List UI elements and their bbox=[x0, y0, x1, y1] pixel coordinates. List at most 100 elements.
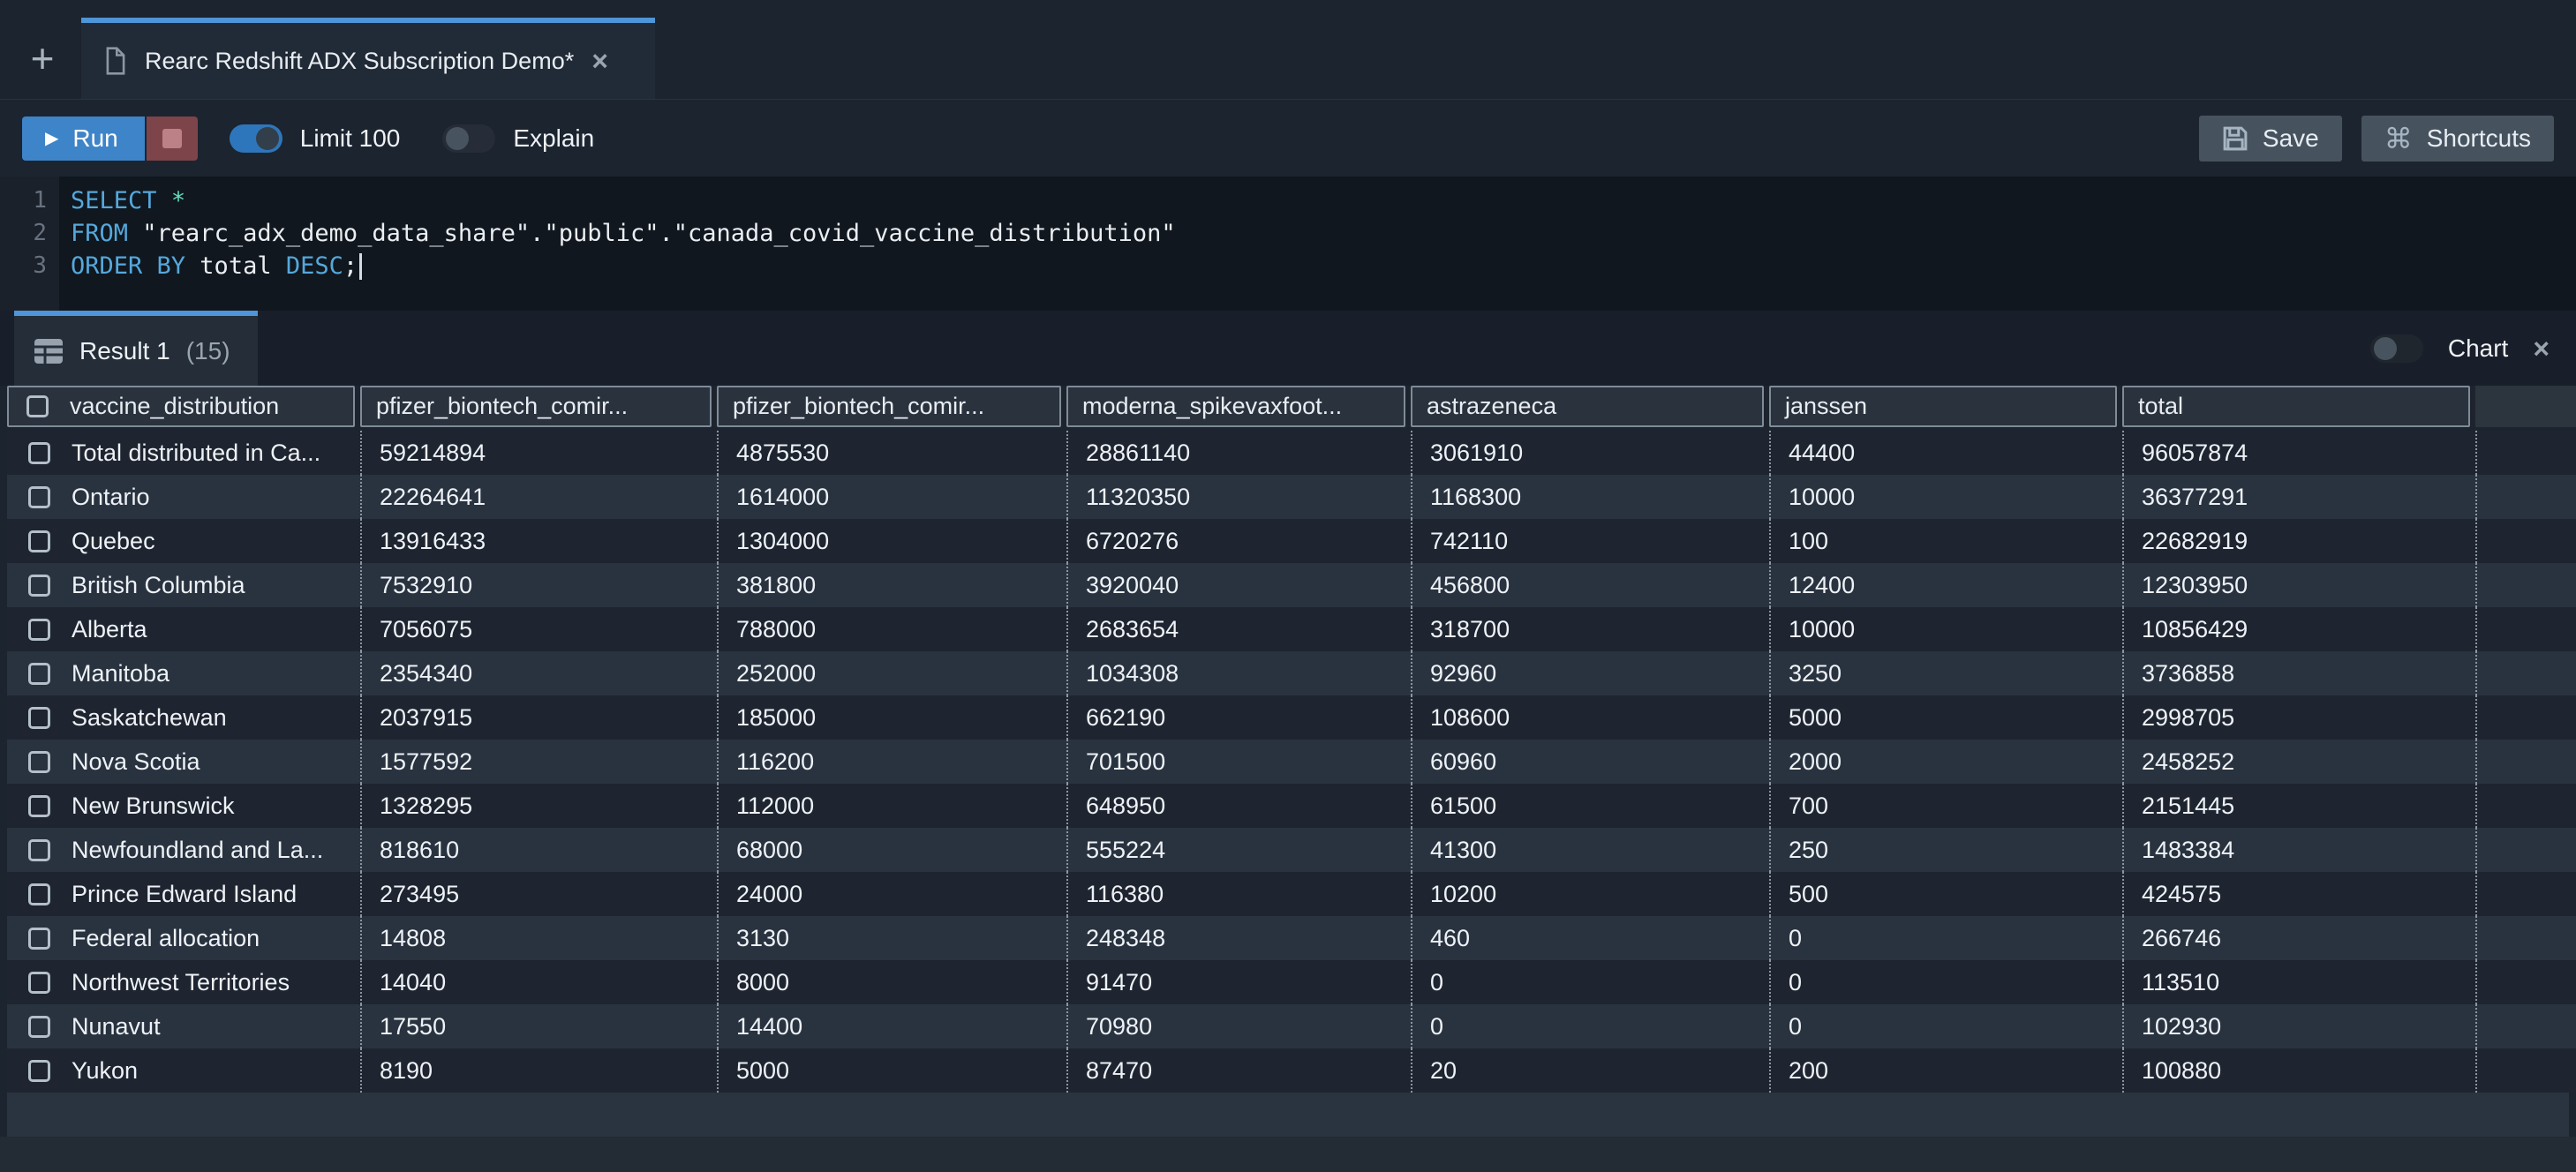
editor-gutter: 123 bbox=[0, 177, 59, 311]
column-header-1[interactable]: pfizer_biontech_comir... bbox=[360, 386, 712, 427]
tab-title: Rearc Redshift ADX Subscription Demo* bbox=[145, 48, 574, 75]
table-cell: 20 bbox=[1411, 1048, 1769, 1093]
column-header-label: janssen bbox=[1785, 393, 1867, 420]
table-row: Yukon819050008747020200100880 bbox=[7, 1048, 2576, 1093]
row-checkbox[interactable] bbox=[28, 751, 50, 773]
table-cell: 662190 bbox=[1066, 695, 1411, 740]
explain-toggle[interactable] bbox=[442, 124, 495, 153]
table-cell: 648950 bbox=[1066, 784, 1411, 828]
table-cell: 1614000 bbox=[717, 475, 1066, 519]
row-checkbox[interactable] bbox=[28, 575, 50, 597]
tab-close-icon[interactable]: × bbox=[591, 47, 608, 75]
shortcuts-button[interactable]: ⌘ Shortcuts bbox=[2361, 116, 2554, 162]
table-cell: 14040 bbox=[360, 960, 717, 1004]
column-header-label: pfizer_biontech_comir... bbox=[376, 393, 628, 420]
table-cell: 1304000 bbox=[717, 519, 1066, 563]
table-cell: 28861140 bbox=[1066, 431, 1411, 475]
save-button[interactable]: Save bbox=[2199, 116, 2342, 162]
result-tab-label: Result 1 bbox=[79, 337, 170, 365]
table-cell: 0 bbox=[1769, 1004, 2122, 1048]
query-editor-window: + Rearc Redshift ADX Subscription Demo* … bbox=[0, 0, 2576, 1172]
row-name-cell: Nova Scotia bbox=[7, 740, 360, 784]
table-cell: 100880 bbox=[2122, 1048, 2475, 1093]
table-cell: 3736858 bbox=[2122, 651, 2475, 695]
row-checkbox[interactable] bbox=[28, 839, 50, 861]
row-checkbox[interactable] bbox=[28, 486, 50, 508]
table-icon bbox=[34, 338, 64, 364]
table-cell: 1034308 bbox=[1066, 651, 1411, 695]
query-editor: 123 SELECT *FROM "rearc_adx_demo_data_sh… bbox=[0, 177, 2576, 311]
row-checkbox[interactable] bbox=[28, 795, 50, 817]
toggle-knob bbox=[256, 127, 279, 150]
new-tab-button[interactable]: + bbox=[21, 34, 64, 83]
row-checkbox[interactable] bbox=[28, 663, 50, 685]
header-checkbox[interactable] bbox=[26, 395, 49, 417]
run-button[interactable]: ▶ Run bbox=[22, 116, 145, 161]
sql-token: total bbox=[185, 252, 286, 280]
row-checkbox[interactable] bbox=[28, 1016, 50, 1038]
stop-button[interactable] bbox=[147, 116, 198, 161]
table-cell: 8000 bbox=[717, 960, 1066, 1004]
row-checkbox[interactable] bbox=[28, 442, 50, 464]
toolbar: ▶ Run Limit 100 Explain Save ⌘ Shortcuts bbox=[0, 100, 2576, 177]
row-name-cell: Alberta bbox=[7, 607, 360, 651]
column-header-5[interactable]: janssen bbox=[1769, 386, 2117, 427]
row-checkbox[interactable] bbox=[28, 928, 50, 950]
row-checkbox[interactable] bbox=[28, 883, 50, 905]
row-name-cell: Quebec bbox=[7, 519, 360, 563]
table-cell: 8190 bbox=[360, 1048, 717, 1093]
row-filler bbox=[2475, 519, 2576, 563]
column-header-6[interactable]: total bbox=[2122, 386, 2470, 427]
sql-token bbox=[157, 187, 171, 214]
row-name-cell: Total distributed in Ca... bbox=[7, 431, 360, 475]
row-checkbox[interactable] bbox=[28, 1060, 50, 1082]
table-cell: 116380 bbox=[1066, 872, 1411, 916]
table-row: Quebec1391643313040006720276742110100226… bbox=[7, 519, 2576, 563]
bottom-strip bbox=[0, 1137, 2576, 1172]
line-number: 1 bbox=[0, 184, 47, 217]
table-cell: 460 bbox=[1411, 916, 1769, 960]
document-icon bbox=[104, 47, 127, 75]
column-header-label: pfizer_biontech_comir... bbox=[733, 393, 984, 420]
column-header-3[interactable]: moderna_spikevaxfoot... bbox=[1066, 386, 1405, 427]
table-body: Total distributed in Ca...59214894487553… bbox=[7, 431, 2576, 1093]
chart-toggle[interactable] bbox=[2370, 334, 2423, 363]
plus-icon: + bbox=[31, 34, 55, 82]
row-name-cell: British Columbia bbox=[7, 563, 360, 607]
run-button-label: Run bbox=[72, 124, 117, 153]
table-cell: 24000 bbox=[717, 872, 1066, 916]
table-cell: 112000 bbox=[717, 784, 1066, 828]
column-header-4[interactable]: astrazeneca bbox=[1411, 386, 1764, 427]
result-tab[interactable]: Result 1 (15) bbox=[14, 311, 258, 386]
column-header-label: vaccine_distribution bbox=[70, 393, 279, 420]
sql-editor[interactable]: SELECT *FROM "rearc_adx_demo_data_share"… bbox=[59, 177, 2576, 311]
column-header-label: astrazeneca bbox=[1427, 393, 1556, 420]
table-cell: 0 bbox=[1411, 960, 1769, 1004]
table-cell: 1328295 bbox=[360, 784, 717, 828]
toggle-knob bbox=[446, 127, 469, 150]
table-cell: 91470 bbox=[1066, 960, 1411, 1004]
table-cell: 381800 bbox=[717, 563, 1066, 607]
row-filler bbox=[2475, 916, 2576, 960]
row-name: Northwest Territories bbox=[72, 969, 290, 996]
row-checkbox[interactable] bbox=[28, 707, 50, 729]
row-filler bbox=[2475, 784, 2576, 828]
results-close-icon[interactable]: × bbox=[2533, 334, 2550, 363]
row-name-cell: New Brunswick bbox=[7, 784, 360, 828]
row-filler bbox=[2475, 960, 2576, 1004]
line-number: 2 bbox=[0, 217, 47, 250]
table-cell: 113510 bbox=[2122, 960, 2475, 1004]
row-checkbox[interactable] bbox=[28, 619, 50, 641]
row-filler bbox=[2475, 1048, 2576, 1093]
table-cell: 742110 bbox=[1411, 519, 1769, 563]
table-cell: 788000 bbox=[717, 607, 1066, 651]
column-header-0[interactable]: vaccine_distribution bbox=[7, 386, 355, 427]
table-cell: 10000 bbox=[1769, 607, 2122, 651]
editor-tab[interactable]: Rearc Redshift ADX Subscription Demo* × bbox=[81, 18, 655, 99]
row-checkbox[interactable] bbox=[28, 530, 50, 552]
table-cell: 12303950 bbox=[2122, 563, 2475, 607]
column-header-2[interactable]: pfizer_biontech_comir... bbox=[717, 386, 1061, 427]
results-header-row: vaccine_distribution pfizer_biontech_comi… bbox=[7, 386, 2576, 427]
row-checkbox[interactable] bbox=[28, 972, 50, 994]
limit-toggle[interactable] bbox=[230, 124, 282, 153]
